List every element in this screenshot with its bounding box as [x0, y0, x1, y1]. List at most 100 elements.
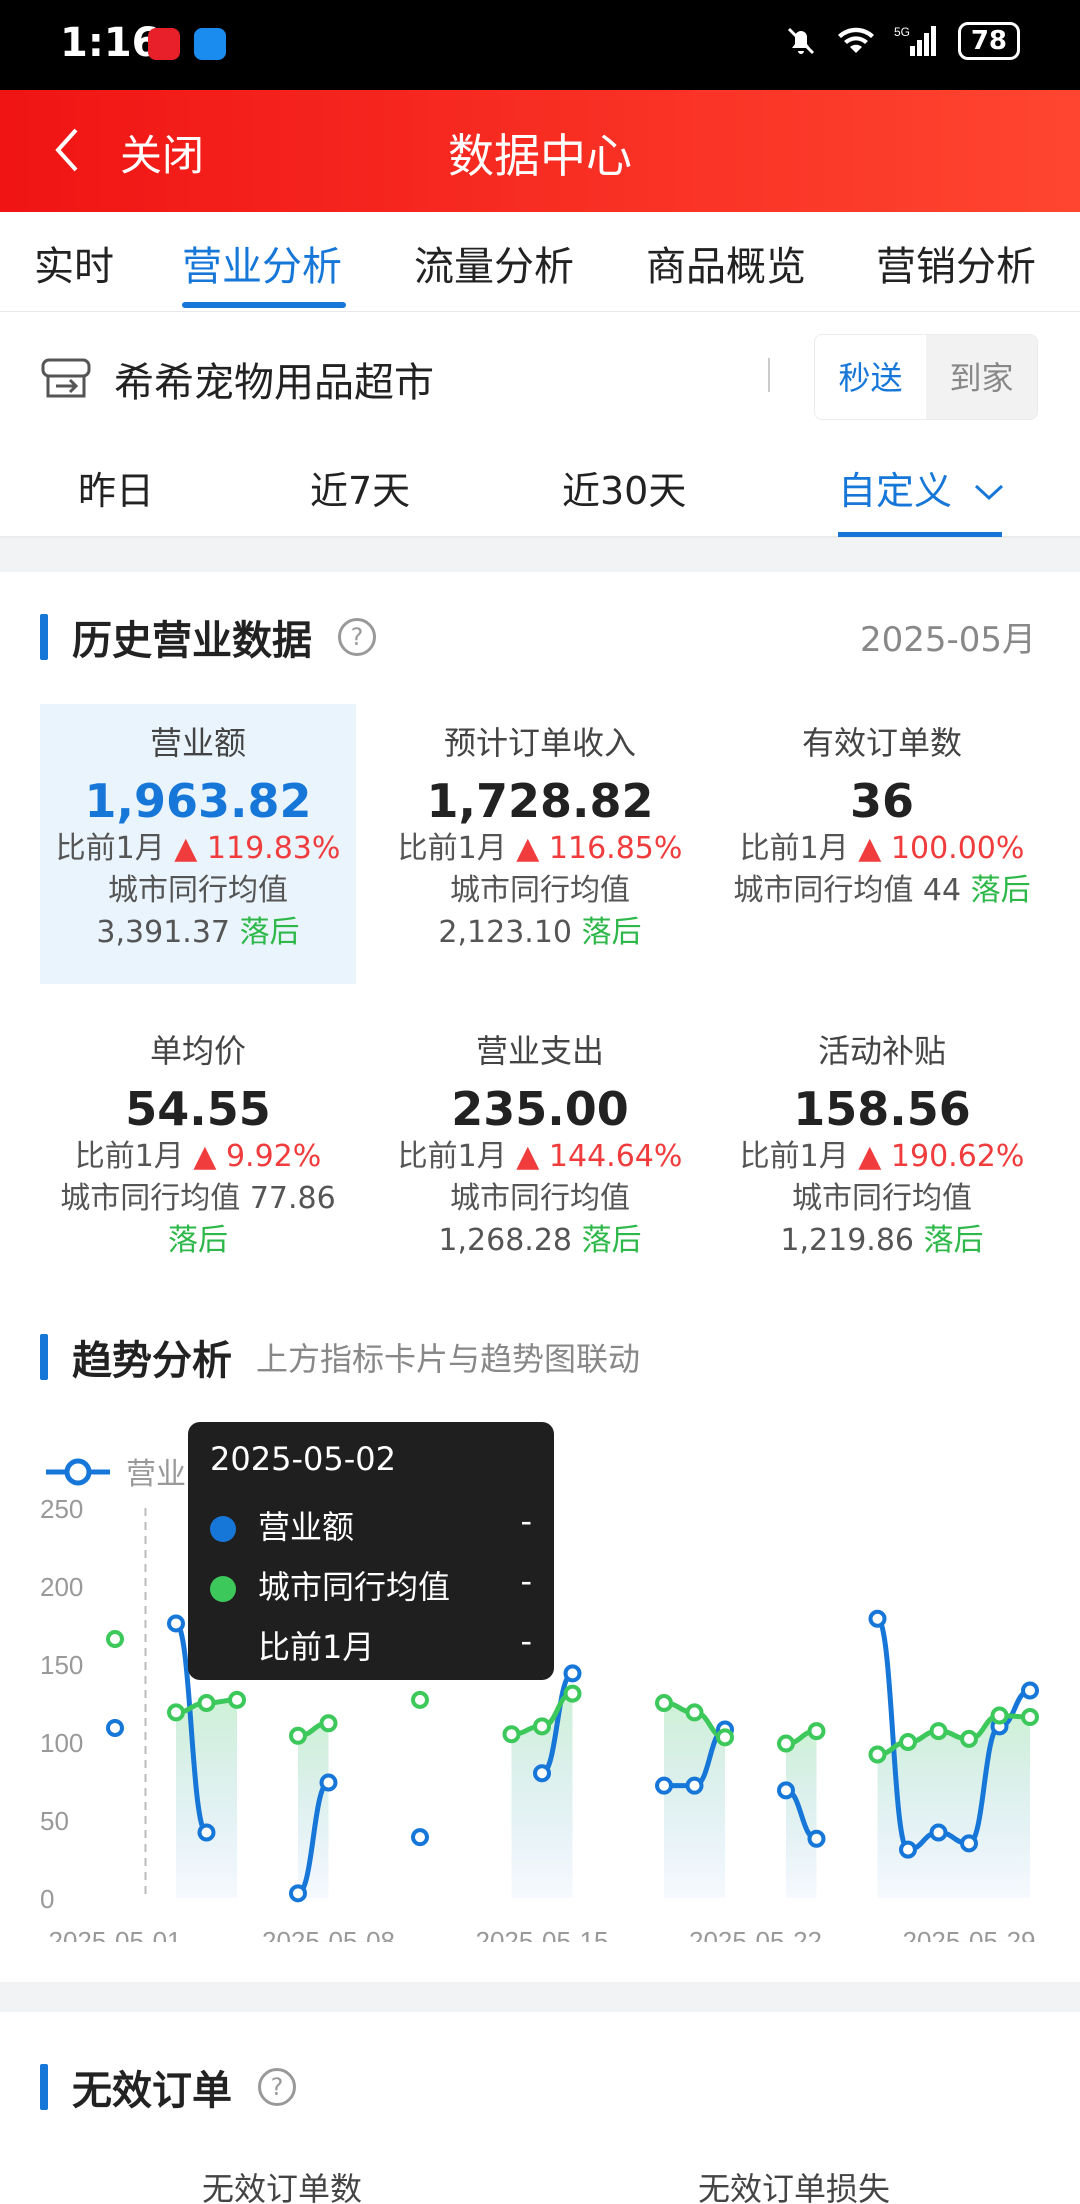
compare-value: 116.85%: [548, 831, 683, 866]
peer-average-point: [868, 1745, 887, 1764]
help-icon[interactable]: ?: [258, 2068, 296, 2106]
signal-icon: 5G: [894, 25, 936, 56]
range-7-days[interactable]: 近7天: [310, 460, 410, 515]
tooltip-value: -: [520, 1562, 532, 1600]
metric-card-expected-income[interactable]: 预计订单收入 1,728.82 比前1月 ▲ 116.85% 城市同行均值 2,…: [382, 704, 698, 954]
section-accent-bar: [40, 1334, 48, 1380]
metric-value: 235.00: [451, 1082, 629, 1136]
app-notification-icon: [148, 28, 180, 60]
metric-compare: 比前1月 ▲ 100.00%: [724, 828, 1040, 870]
x-tick-label: 2025-05-08: [262, 1926, 395, 1942]
revenue-point: [197, 1823, 216, 1842]
peer-label: 城市同行均值: [450, 1181, 630, 1216]
legend-label: 营业: [126, 1458, 186, 1491]
metric-card-revenue[interactable]: 营业额 1,963.82 比前1月 ▲ 119.83% 城市同行均值 3,391…: [40, 704, 356, 984]
x-tick-label: 2025-05-01: [49, 1926, 182, 1942]
section-accent-bar: [40, 2064, 48, 2110]
revenue-point: [807, 1829, 826, 1848]
peer-average-point: [716, 1728, 734, 1747]
metric-label: 营业支出: [475, 1032, 604, 1070]
tooltip-value: -: [520, 1622, 532, 1660]
range-30-days[interactable]: 近30天: [562, 460, 686, 515]
tooltip-row-revenue: 营业额 -: [210, 1502, 532, 1548]
tab-realtime[interactable]: 实时: [34, 234, 114, 292]
tooltip-row-peer: 城市同行均值 -: [210, 1562, 532, 1608]
compare-label: 比前1月: [55, 831, 165, 866]
metric-card-valid-orders[interactable]: 有效订单数 36 比前1月 ▲ 100.00% 城市同行均值 44 落后: [724, 704, 1040, 912]
peer-label: 城市同行均值: [450, 873, 630, 908]
metric-peer: 1,219.86 落后: [724, 1220, 1040, 1262]
up-arrow-icon: ▲: [516, 1139, 540, 1174]
metric-compare: 比前1月 ▲ 144.64%: [382, 1136, 698, 1178]
tab-business-analysis[interactable]: 营业分析: [182, 234, 342, 292]
store-name[interactable]: 希希宠物用品超市: [114, 350, 434, 408]
up-arrow-icon: ▲: [858, 831, 882, 866]
tooltip-value: -: [520, 1502, 532, 1540]
metric-value: 1,728.82: [426, 774, 654, 828]
peer-average-point: [1021, 1708, 1039, 1727]
invalid-orders-card: 无效订单 ? 无效订单数 无效订单损失: [0, 2012, 1080, 2204]
peer-label: 城市同行均值: [60, 1181, 241, 1216]
mode-instant-delivery[interactable]: 秒送: [815, 335, 926, 419]
peer-average-point: [197, 1694, 216, 1712]
peer-area: [298, 1723, 329, 1898]
peer-average-point: [563, 1684, 582, 1703]
y-tick-label: 200: [40, 1572, 83, 1602]
peer-average-point: [228, 1690, 246, 1709]
up-arrow-icon: ▲: [193, 1139, 217, 1174]
history-date[interactable]: 2025-05月: [860, 612, 1036, 661]
store-icon: [41, 358, 91, 398]
range-custom-label: 自定义: [838, 469, 953, 513]
compare-value: 100.00%: [890, 831, 1025, 866]
tab-traffic-analysis[interactable]: 流量分析: [414, 234, 574, 292]
peer-average-point: [960, 1729, 978, 1748]
tooltip-date: 2025-05-02: [210, 1440, 396, 1478]
y-tick-label: 250: [40, 1494, 83, 1524]
metric-value: 1,963.82: [84, 774, 312, 828]
status-bar: 1:16 5G 78: [0, 0, 1080, 90]
mode-home-delivery[interactable]: 到家: [926, 335, 1037, 419]
wifi-icon: [837, 27, 874, 53]
peer-label: 城市同行均值: [792, 1181, 972, 1216]
chevron-down-icon: [975, 484, 1004, 501]
peer-label: 城市同行均值: [108, 873, 288, 908]
peer-average-point: [929, 1722, 948, 1741]
range-custom[interactable]: 自定义: [838, 460, 1006, 515]
invalid-orders-title: 无效订单: [72, 2068, 232, 2114]
y-tick-label: 0: [40, 1884, 54, 1914]
legend-marker: [64, 1458, 92, 1486]
metric-label: 活动补贴: [817, 1032, 946, 1070]
revenue-point: [411, 1828, 429, 1847]
up-arrow-icon: ▲: [516, 831, 540, 866]
status-badge: 落后: [168, 1223, 228, 1258]
metric-card-expense[interactable]: 营业支出 235.00 比前1月 ▲ 144.64% 城市同行均值 1,268.…: [382, 1012, 698, 1262]
peer-average-point: [655, 1694, 673, 1712]
metric-label: 单均价: [149, 1032, 246, 1070]
active-range-indicator: [838, 532, 1002, 537]
tooltip-label: 城市同行均值: [258, 1568, 451, 1606]
tab-product-overview[interactable]: 商品概览: [646, 234, 806, 292]
y-tick-label: 150: [40, 1650, 83, 1680]
compare-label: 比前1月: [74, 1139, 184, 1174]
compare-value: 144.64%: [548, 1139, 683, 1174]
invalid-order-count-label: 无效订单数: [202, 2170, 363, 2204]
revenue-point: [929, 1823, 948, 1842]
peer-value: 3,391.37: [96, 915, 231, 950]
range-yesterday[interactable]: 昨日: [78, 460, 154, 515]
help-icon[interactable]: ?: [338, 618, 376, 656]
revenue-point: [777, 1781, 795, 1800]
revenue-point: [960, 1834, 978, 1853]
tab-marketing-analysis[interactable]: 营销分析: [876, 234, 1036, 292]
metric-card-avg-price[interactable]: 单均价 54.55 比前1月 ▲ 9.92% 城市同行均值 77.86 落后: [40, 1012, 356, 1262]
revenue-point: [289, 1884, 307, 1903]
metric-compare: 比前1月 ▲ 116.85%: [382, 828, 698, 870]
metric-compare: 比前1月 ▲ 9.92%: [40, 1136, 356, 1178]
compare-label: 比前1月: [739, 831, 849, 866]
peer-average-point: [289, 1726, 307, 1745]
metric-card-subsidy[interactable]: 活动补贴 158.56 比前1月 ▲ 190.62% 城市同行均值 1,219.…: [724, 1012, 1040, 1262]
peer-value: 1,268.28: [438, 1223, 573, 1258]
revenue-point: [319, 1773, 338, 1792]
section-accent-bar: [40, 614, 48, 660]
peer-average-point: [899, 1733, 917, 1751]
compare-label: 比前1月: [397, 1139, 507, 1174]
